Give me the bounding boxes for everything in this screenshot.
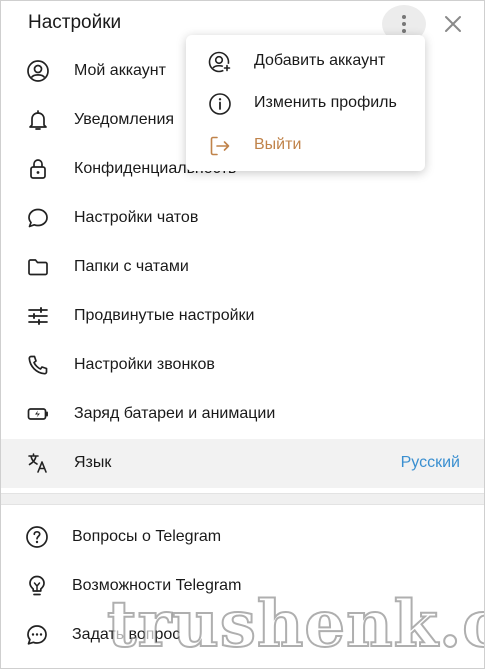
- settings-item-label: Язык: [74, 454, 112, 471]
- translate-icon: [26, 451, 50, 475]
- page-title: Настройки: [28, 12, 122, 33]
- more-menu-dropdown: Добавить аккаунт Изменить профиль Выйти: [186, 35, 425, 171]
- lightbulb-icon: [25, 574, 49, 598]
- menu-item-label: Добавить аккаунт: [254, 52, 386, 69]
- section-divider: [1, 493, 484, 505]
- settings-item-chat-settings[interactable]: Настройки чатов: [1, 194, 484, 243]
- question-icon: [25, 525, 49, 549]
- help-item-label: Вопросы о Telegram: [72, 528, 222, 545]
- info-icon: [208, 92, 232, 116]
- help-item-label: Задать вопрос: [72, 626, 181, 643]
- help-item-faq[interactable]: Вопросы о Telegram: [1, 513, 484, 562]
- settings-item-label: Настройки звонков: [74, 356, 215, 373]
- language-value: Русский: [400, 454, 460, 471]
- menu-item-edit-profile[interactable]: Изменить профиль: [186, 83, 425, 125]
- menu-item-label: Выйти: [254, 136, 302, 153]
- settings-item-battery[interactable]: Заряд батареи и анимации: [1, 390, 484, 439]
- settings-item-label: Заряд батареи и анимации: [74, 405, 276, 422]
- settings-item-advanced[interactable]: Продвинутые настройки: [1, 292, 484, 341]
- chat-bubble-icon: [26, 206, 50, 230]
- bell-icon: [26, 108, 50, 132]
- settings-item-label: Продвинутые настройки: [74, 307, 255, 324]
- help-item-label: Возможности Telegram: [72, 577, 242, 594]
- battery-icon: [26, 402, 50, 426]
- settings-panel: Настройки Мой аккаунт Уведомления Конфид…: [0, 0, 485, 669]
- kebab-icon: [402, 15, 406, 33]
- settings-item-label: Папки с чатами: [74, 258, 189, 275]
- lock-icon: [26, 157, 50, 181]
- menu-item-logout[interactable]: Выйти: [186, 125, 425, 167]
- close-button[interactable]: [442, 13, 464, 35]
- menu-item-add-account[interactable]: Добавить аккаунт: [186, 41, 425, 83]
- help-item-ask-question[interactable]: Задать вопрос: [1, 611, 484, 660]
- settings-item-language[interactable]: Язык Русский: [1, 439, 484, 488]
- phone-icon: [26, 353, 50, 377]
- settings-item-label: Настройки чатов: [74, 209, 199, 226]
- logout-icon: [208, 134, 232, 158]
- menu-item-label: Изменить профиль: [254, 94, 397, 111]
- chat-dots-icon: [25, 623, 49, 647]
- settings-item-label: Мой аккаунт: [74, 62, 166, 79]
- close-icon: [445, 16, 461, 32]
- settings-item-chat-folders[interactable]: Папки с чатами: [1, 243, 484, 292]
- help-item-features[interactable]: Возможности Telegram: [1, 562, 484, 611]
- settings-item-label: Уведомления: [74, 111, 175, 128]
- folder-icon: [26, 255, 50, 279]
- settings-item-calls[interactable]: Настройки звонков: [1, 341, 484, 390]
- account-icon: [26, 59, 50, 83]
- add-account-icon: [208, 50, 232, 74]
- sliders-icon: [26, 304, 50, 328]
